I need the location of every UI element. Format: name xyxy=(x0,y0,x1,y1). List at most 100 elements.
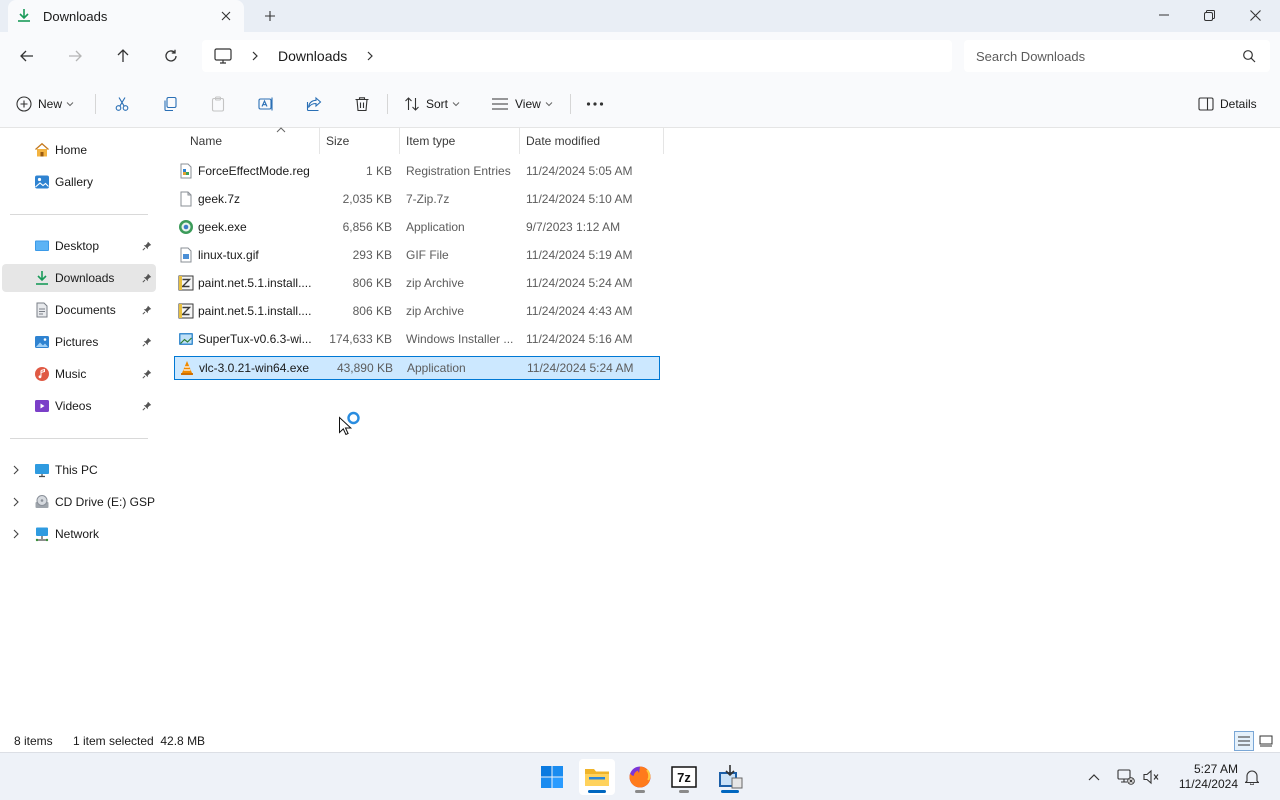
sidebar-item-documents[interactable]: Documents xyxy=(2,296,156,324)
file-size: 174,633 KB xyxy=(329,332,392,346)
details-pane-icon xyxy=(1198,97,1214,111)
pin-icon[interactable] xyxy=(142,337,152,347)
taskbar-firefox[interactable] xyxy=(622,759,658,795)
pin-icon[interactable] xyxy=(142,401,152,411)
tab-downloads[interactable]: Downloads xyxy=(8,0,244,32)
delete-button[interactable] xyxy=(354,92,370,116)
system-clock[interactable]: 5:27 AM 11/24/2024 xyxy=(1170,762,1238,792)
chevron-right-icon[interactable] xyxy=(12,529,20,539)
view-button[interactable]: View xyxy=(491,92,553,116)
file-explorer-icon xyxy=(585,769,609,786)
file-row[interactable]: paint.net.5.1.install.... 806 KB zip Arc… xyxy=(174,272,660,296)
tiles-view-toggle[interactable] xyxy=(1256,731,1276,751)
music-icon xyxy=(35,367,49,381)
up-button[interactable] xyxy=(110,44,136,68)
address-bar[interactable]: Downloads xyxy=(202,40,952,72)
start-button[interactable] xyxy=(534,759,570,795)
taskbar-installer[interactable] xyxy=(712,759,748,795)
search-box[interactable]: Search Downloads xyxy=(964,40,1270,72)
close-window-button[interactable] xyxy=(1232,0,1278,30)
sidebar-item-home[interactable]: Home xyxy=(2,136,156,164)
search-icon xyxy=(1243,50,1256,63)
close-icon xyxy=(221,11,231,21)
breadcrumb-downloads[interactable]: Downloads xyxy=(278,48,347,64)
share-button[interactable] xyxy=(306,92,322,116)
taskbar: 7z 5:27 AM 11/24/2024 xyxy=(0,752,1280,800)
file-row[interactable]: ForceEffectMode.reg 1 KB Registration En… xyxy=(174,160,660,184)
restore-button[interactable] xyxy=(1186,0,1232,30)
sidebar-item-downloads[interactable]: Downloads xyxy=(2,264,156,292)
sidebar-item-desktop[interactable]: Desktop xyxy=(2,232,156,260)
navigation-bar: Downloads Search Downloads xyxy=(0,32,1280,80)
chevron-up-icon xyxy=(1088,774,1100,781)
sidebar-item-pictures[interactable]: Pictures xyxy=(2,328,156,356)
registry-file-icon xyxy=(180,163,192,179)
file-size: 806 KB xyxy=(352,276,392,290)
more-options-button[interactable] xyxy=(586,92,604,116)
command-bar: New Sort View Details xyxy=(0,80,1280,128)
minimize-button[interactable] xyxy=(1141,0,1187,30)
file-row-selected[interactable]: vlc-3.0.21-win64.exe 43,890 KB Applicati… xyxy=(174,356,660,380)
sidebar-item-cd-drive[interactable]: CD Drive (E:) GSP1RMCULXFRER_EN_DVD xyxy=(2,488,156,516)
documents-icon xyxy=(36,302,48,318)
rename-button[interactable] xyxy=(258,92,274,116)
file-row[interactable]: SuperTux-v0.6.3-wi... 174,633 KB Windows… xyxy=(174,328,660,352)
sidebar-item-label: Gallery xyxy=(55,175,94,189)
running-indicator xyxy=(635,790,645,793)
pin-icon[interactable] xyxy=(142,305,152,315)
column-header-name[interactable]: Name xyxy=(190,127,320,154)
sidebar-item-this-pc[interactable]: This PC xyxy=(2,456,156,484)
new-tab-button[interactable] xyxy=(260,6,280,26)
details-pane-button[interactable]: Details xyxy=(1198,92,1257,116)
taskbar-7zip[interactable]: 7z xyxy=(666,759,702,795)
sort-icon xyxy=(405,97,419,111)
file-row[interactable]: geek.exe 6,856 KB Application 9/7/2023 1… xyxy=(174,216,660,240)
chevron-right-icon[interactable] xyxy=(12,465,20,475)
forward-button[interactable] xyxy=(62,44,88,68)
delete-icon xyxy=(355,97,369,112)
close-tab-button[interactable] xyxy=(218,8,234,24)
show-hidden-icons-button[interactable] xyxy=(1084,767,1104,787)
volume-button[interactable] xyxy=(1141,767,1161,787)
new-button[interactable]: New xyxy=(16,92,74,116)
sidebar-item-gallery[interactable]: Gallery xyxy=(2,168,156,196)
cut-button[interactable] xyxy=(114,92,130,116)
clock-date: 11/24/2024 xyxy=(1178,777,1238,791)
network-status-button[interactable] xyxy=(1116,767,1136,787)
vlc-icon xyxy=(181,361,193,375)
pin-icon[interactable] xyxy=(142,273,152,283)
selection-info: 1 item selected 42.8 MB xyxy=(73,734,206,748)
chevron-right-icon[interactable] xyxy=(365,51,375,61)
sort-button[interactable]: Sort xyxy=(404,92,460,116)
image-file-icon xyxy=(180,247,192,263)
file-name: vlc-3.0.21-win64.exe xyxy=(199,361,310,375)
sidebar-item-label: Downloads xyxy=(55,271,115,285)
file-row[interactable]: paint.net.5.1.install.... 806 KB zip Arc… xyxy=(174,300,660,324)
file-type: GIF File xyxy=(406,248,449,262)
taskbar-file-explorer[interactable] xyxy=(579,759,615,795)
sidebar-item-music[interactable]: Music xyxy=(2,360,156,388)
column-header-date-modified[interactable]: Date modified xyxy=(526,128,664,154)
file-row[interactable]: linux-tux.gif 293 KB GIF File 11/24/2024… xyxy=(174,244,660,268)
search-input[interactable]: Search Downloads xyxy=(976,49,1242,64)
refresh-icon xyxy=(165,49,177,62)
file-size: 806 KB xyxy=(352,304,392,318)
file-row[interactable]: geek.7z 2,035 KB 7-Zip.7z 11/24/2024 5:1… xyxy=(174,188,660,212)
details-view-toggle[interactable] xyxy=(1234,731,1254,751)
chevron-right-icon[interactable] xyxy=(12,497,20,507)
column-header-type[interactable]: Item type xyxy=(406,128,520,154)
sidebar-item-network[interactable]: Network xyxy=(2,520,156,548)
refresh-button[interactable] xyxy=(158,44,184,68)
paste-button[interactable] xyxy=(210,92,226,116)
pin-icon[interactable] xyxy=(142,241,152,251)
pin-icon[interactable] xyxy=(142,369,152,379)
tiles-view-icon xyxy=(1259,735,1273,747)
notifications-button[interactable] xyxy=(1242,767,1262,787)
column-header-size[interactable]: Size xyxy=(326,128,400,154)
chevron-down-icon xyxy=(66,102,74,107)
back-button[interactable] xyxy=(14,44,40,68)
sidebar-item-videos[interactable]: Videos xyxy=(2,392,156,420)
sidebar-item-label: Desktop xyxy=(55,239,100,253)
arrow-left-icon xyxy=(20,50,33,62)
copy-button[interactable] xyxy=(162,92,178,116)
